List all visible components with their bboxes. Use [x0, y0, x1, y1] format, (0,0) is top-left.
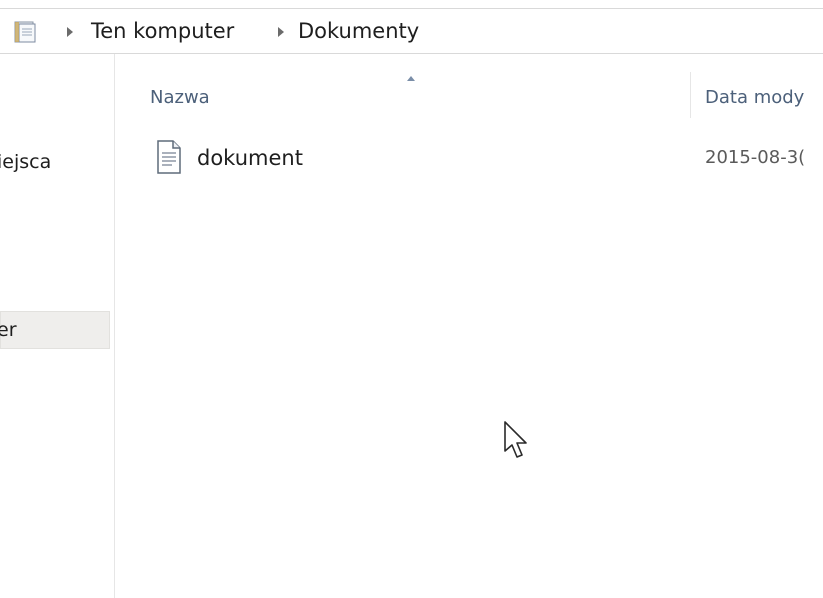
text-document-icon	[156, 140, 182, 174]
column-divider[interactable]	[690, 72, 691, 118]
navigation-pane: iejsca er	[0, 54, 115, 598]
breadcrumb-separator-icon[interactable]	[278, 27, 284, 37]
breadcrumb-separator-icon[interactable]	[67, 27, 73, 37]
file-name: dokument	[197, 146, 303, 170]
address-bar[interactable]: Ten komputer Dokumenty	[0, 8, 823, 54]
breadcrumb-item-dokumenty[interactable]: Dokumenty	[298, 18, 419, 44]
nav-item-selected-label: er	[0, 319, 17, 341]
column-header-date-modified[interactable]: Data mody	[705, 86, 804, 110]
file-date-modified: 2015-08-3(	[705, 147, 806, 168]
documents-folder-icon	[14, 21, 38, 43]
mouse-pointer-icon	[503, 420, 529, 462]
column-header-name[interactable]: Nazwa	[150, 86, 210, 110]
nav-item-selected[interactable]: er	[0, 311, 110, 349]
file-row[interactable]: dokument 2015-08-3(	[150, 140, 823, 180]
breadcrumb-item-ten-komputer[interactable]: Ten komputer	[91, 18, 234, 44]
nav-item-places[interactable]: iejsca	[0, 150, 51, 174]
sort-ascending-icon	[407, 76, 415, 81]
